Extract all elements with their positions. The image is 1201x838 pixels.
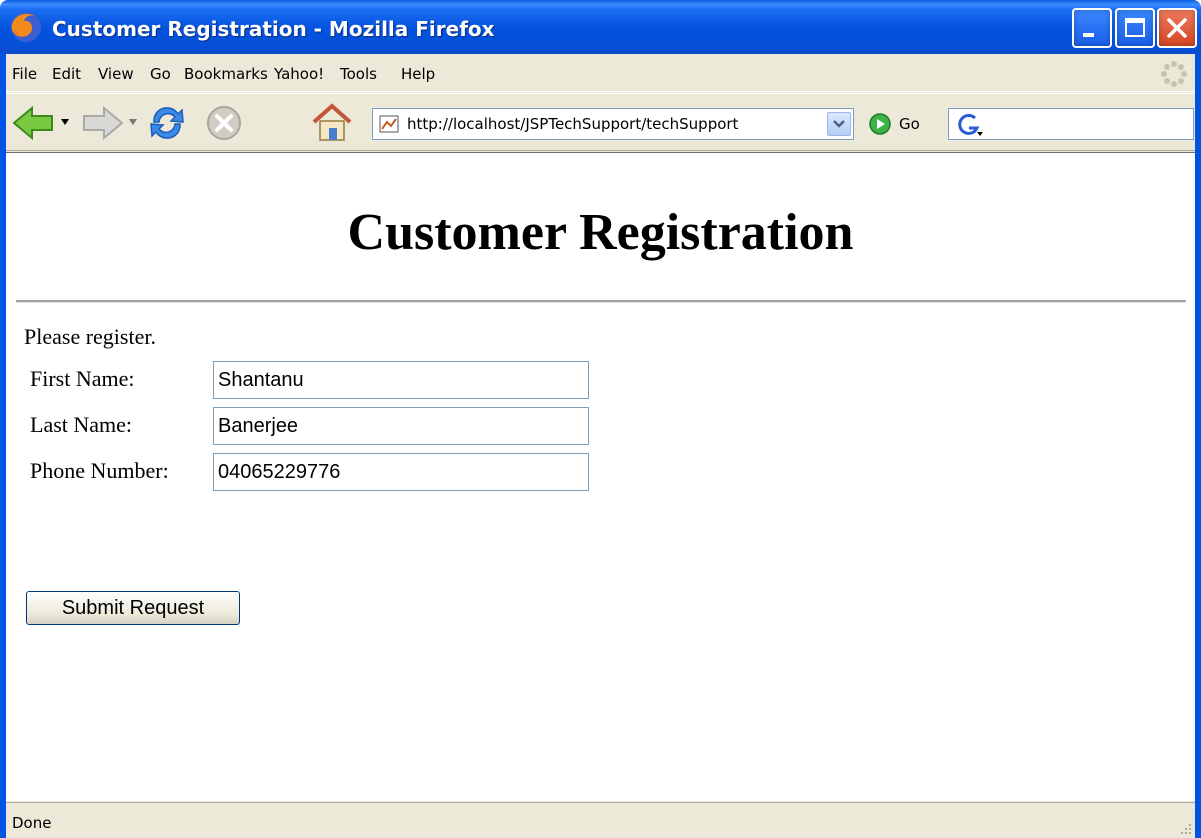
last-name-label: Last Name:: [30, 412, 133, 437]
window-title: Customer Registration - Mozilla Firefox: [52, 17, 495, 41]
url-bar[interactable]: http://localhost/JSPTechSupport/techSupp…: [372, 108, 854, 140]
reload-icon[interactable]: [146, 102, 188, 144]
url-history-dropdown[interactable]: [827, 112, 851, 136]
go-arrow-icon[interactable]: [868, 112, 892, 136]
menu-bar: File Edit View Go Bookmarks Yahoo! Tools…: [6, 54, 1195, 92]
chevron-down-icon: [833, 120, 845, 128]
menu-tools[interactable]: Tools: [340, 63, 377, 85]
first-name-label: First Name:: [30, 366, 135, 391]
close-icon: [1167, 18, 1187, 38]
menu-go[interactable]: Go: [150, 63, 171, 85]
menu-view[interactable]: View: [98, 63, 134, 85]
phone-number-field[interactable]: [213, 453, 589, 491]
title-bar[interactable]: Customer Registration - Mozilla Firefox: [0, 0, 1201, 54]
navigation-toolbar: http://localhost/JSPTechSupport/techSupp…: [6, 93, 1195, 151]
menu-edit[interactable]: Edit: [52, 63, 81, 85]
home-icon[interactable]: [310, 102, 354, 144]
go-button[interactable]: Go: [899, 112, 920, 136]
page-content: Customer Registration Please register. F…: [6, 152, 1195, 801]
google-search-icon: [958, 113, 983, 136]
forward-arrow-icon[interactable]: [80, 105, 124, 141]
maximize-icon: [1125, 18, 1145, 37]
horizontal-rule: [16, 300, 1186, 303]
browser-client-area: File Edit View Go Bookmarks Yahoo! Tools…: [6, 54, 1195, 838]
forward-dropdown-icon[interactable]: [128, 118, 138, 126]
back-arrow-icon[interactable]: [12, 105, 56, 141]
first-name-field[interactable]: [213, 361, 589, 399]
minimize-button[interactable]: [1072, 8, 1112, 48]
close-window-button[interactable]: [1157, 8, 1197, 48]
search-input[interactable]: [948, 108, 1194, 140]
page-title: Customer Registration: [347, 204, 854, 261]
status-bar: Done: [6, 802, 1195, 838]
maximize-button[interactable]: [1115, 8, 1155, 48]
throbber-icon: [1161, 61, 1187, 87]
back-dropdown-icon[interactable]: [60, 118, 70, 126]
resize-grip-icon[interactable]: [1177, 820, 1193, 836]
menu-bookmarks[interactable]: Bookmarks: [184, 63, 268, 85]
submit-request-button[interactable]: Submit Request: [26, 591, 240, 625]
status-text: Done: [12, 814, 52, 832]
menu-help[interactable]: Help: [401, 63, 435, 85]
menu-yahoo[interactable]: Yahoo!: [274, 63, 324, 85]
url-text: http://localhost/JSPTechSupport/techSupp…: [407, 115, 739, 133]
page-favicon-icon: [379, 115, 399, 133]
menu-file[interactable]: File: [12, 63, 37, 85]
browser-window: Customer Registration - Mozilla Firefox …: [0, 0, 1201, 838]
phone-number-label: Phone Number:: [30, 458, 169, 483]
firefox-logo-icon: [11, 12, 41, 42]
stop-icon[interactable]: [204, 103, 244, 143]
last-name-field[interactable]: [213, 407, 589, 445]
minimize-icon: [1083, 33, 1094, 37]
intro-text: Please register.: [24, 324, 156, 349]
